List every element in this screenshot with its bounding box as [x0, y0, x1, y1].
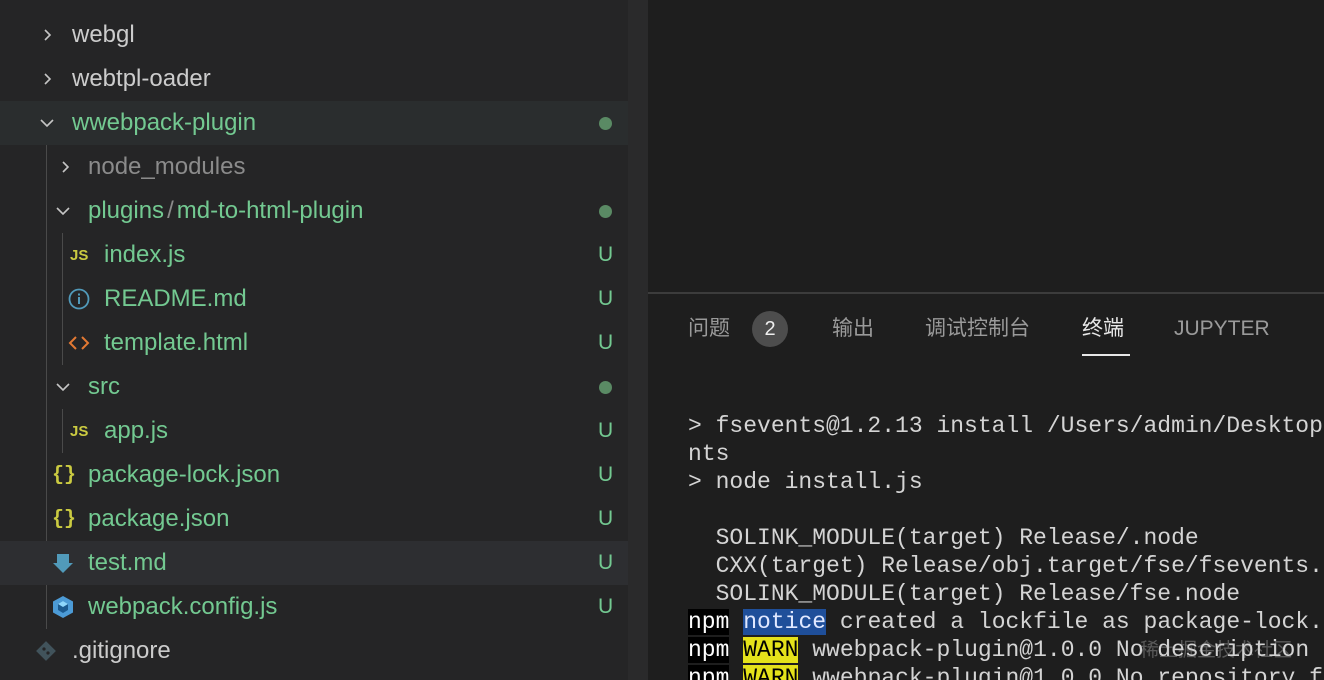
modified-dot-icon — [599, 117, 612, 130]
tree-item-label: package-lock.json — [88, 461, 281, 488]
untracked-status: U — [598, 331, 614, 354]
tree-item-label: plugins / md-to-html-plugin — [88, 189, 363, 233]
tree-item-wwebpack-plugin[interactable]: wwebpack-plugin — [0, 101, 628, 145]
tree-item-label: template.html — [104, 329, 249, 356]
tree-item-label: webgl — [72, 21, 135, 48]
tab-terminal[interactable]: 终端 — [1082, 314, 1124, 344]
modified-dot-icon — [599, 205, 612, 218]
tree-item-label: app.js — [104, 417, 169, 444]
untracked-status: U — [598, 463, 614, 486]
path-separator: / — [167, 197, 174, 224]
untracked-status: U — [598, 287, 614, 310]
git-icon — [36, 629, 56, 673]
chevron-down-icon[interactable] — [56, 381, 70, 393]
npm-tag: npm — [688, 665, 730, 680]
terminal-line: > fsevents@1.2.13 install /Users/admin/D… — [688, 413, 1323, 439]
tree-item-label: webtpl-oader — [72, 65, 211, 92]
tree-item-label: package.json — [88, 505, 230, 532]
warn-tag: WARN — [743, 665, 799, 680]
problems-count-badge: 2 — [752, 311, 788, 347]
untracked-status: U — [598, 419, 614, 442]
chevron-right-icon[interactable] — [42, 29, 54, 41]
terminal-line: > node install.js — [688, 469, 923, 495]
notice-tag: notice — [743, 609, 827, 635]
json-braces-icon: {} — [52, 507, 77, 531]
html-code-icon — [68, 321, 90, 365]
tree-item-gitignore[interactable]: .gitignore — [0, 629, 628, 673]
sash-splitter[interactable] — [628, 0, 648, 680]
untracked-status: U — [598, 507, 614, 530]
tree-item-webgl[interactable]: webgl — [0, 13, 628, 57]
chevron-right-icon[interactable] — [42, 73, 54, 85]
terminal-npm-line: npm notice created a lockfile as package… — [688, 608, 1323, 636]
chevron-right-icon[interactable] — [60, 161, 72, 173]
json-braces-icon: {} — [52, 463, 77, 487]
tab-jupyter[interactable]: JUPYTER — [1174, 314, 1270, 344]
markdown-arrow-icon — [52, 541, 74, 585]
npm-message: created a lockfile as package-lock. — [826, 609, 1323, 635]
info-icon — [68, 277, 90, 321]
npm-tag: npm — [688, 609, 730, 635]
terminal-line: SOLINK_MODULE(target) Release/fse.node — [688, 581, 1241, 607]
bottom-panel: 问题 2 输出 调试控制台 终端 JUPYTER > fsevents@1.2.… — [648, 294, 1324, 680]
webpack-cube-icon — [52, 585, 74, 629]
npm-message: wwebpack-plugin@1.0.0 No repository f — [798, 665, 1323, 680]
chevron-down-icon[interactable] — [56, 205, 70, 217]
tree-item-src[interactable]: src — [0, 365, 628, 409]
terminal-line: SOLINK_MODULE(target) Release/.node — [688, 525, 1199, 551]
tree-item-label: README.md — [104, 285, 247, 312]
tree-item-webpack-config-js[interactable]: webpack.config.js U — [0, 585, 628, 629]
editor-area — [648, 0, 1324, 292]
tree-item-label: wwebpack-plugin — [72, 109, 257, 136]
js-icon: JS — [70, 246, 89, 264]
untracked-status: U — [598, 551, 614, 574]
tree-item-label: test.md — [88, 549, 167, 576]
tree-item-index-js[interactable]: JS index.js U — [0, 233, 628, 277]
terminal-npm-line: npm WARN wwebpack-plugin@1.0.0 No reposi… — [688, 664, 1323, 680]
file-explorer: webgl webtpl-oader wwebpack-plugin node_… — [0, 0, 628, 680]
tree-item-label: node_modules — [88, 153, 246, 180]
untracked-status: U — [598, 595, 614, 618]
folder-name: md-to-html-plugin — [176, 197, 364, 224]
tree-item-webtpl-oader[interactable]: webtpl-oader — [0, 57, 628, 101]
tab-problems[interactable]: 问题 — [688, 314, 730, 344]
watermark: 稀土掘金技术社区 — [1140, 640, 1293, 661]
tree-item-app-js[interactable]: JS app.js U — [0, 409, 628, 453]
npm-tag: npm — [688, 637, 730, 663]
untracked-status: U — [598, 243, 614, 266]
tree-item-readme-md[interactable]: README.md U — [0, 277, 628, 321]
folder-prefix: plugins — [88, 197, 165, 224]
warn-tag: WARN — [743, 637, 799, 663]
modified-dot-icon — [599, 381, 612, 394]
tree-item-node-modules[interactable]: node_modules — [0, 145, 628, 189]
tab-debug-console[interactable]: 调试控制台 — [925, 314, 1030, 344]
tab-output[interactable]: 输出 — [832, 314, 874, 344]
tree-item-package-json[interactable]: {} package.json U — [0, 497, 628, 541]
tree-item-template-html[interactable]: template.html U — [0, 321, 628, 365]
active-tab-indicator — [1082, 354, 1130, 356]
terminal-line: nts — [688, 441, 730, 467]
tree-item-label: webpack.config.js — [88, 593, 278, 620]
tree-item-test-md[interactable]: test.md U — [0, 541, 628, 585]
tree-item-label: .gitignore — [72, 637, 171, 664]
tree-item-label: src — [88, 373, 120, 400]
chevron-down-icon[interactable] — [40, 117, 54, 129]
tree-item-package-lock-json[interactable]: {} package-lock.json U — [0, 453, 628, 497]
js-icon: JS — [70, 422, 89, 440]
terminal-line: CXX(target) Release/obj.target/fse/fseve… — [688, 553, 1323, 579]
tree-item-label: index.js — [104, 241, 186, 268]
tree-item-md-to-html-plugin[interactable]: plugins / md-to-html-plugin — [0, 189, 628, 233]
